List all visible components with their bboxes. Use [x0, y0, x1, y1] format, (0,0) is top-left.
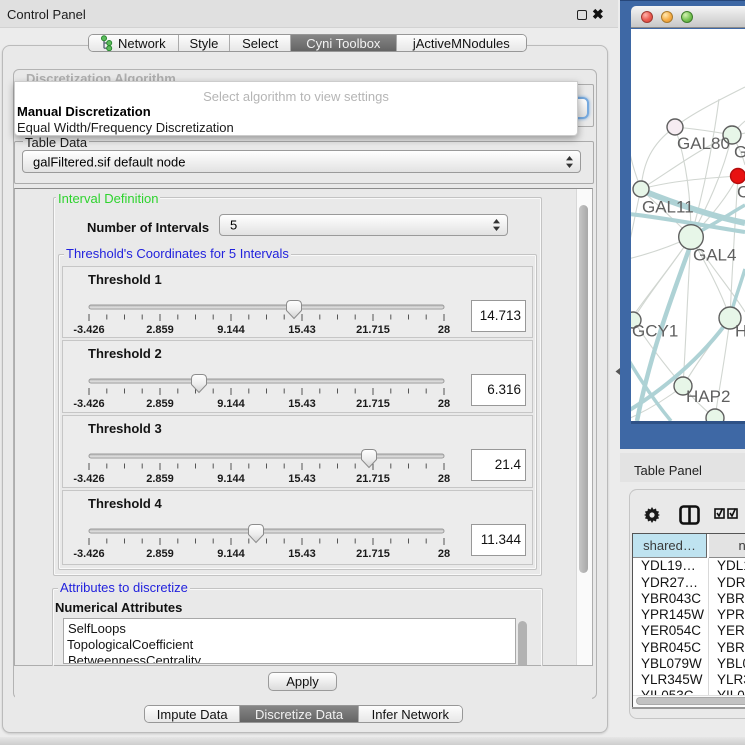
- svg-text:9.144: 9.144: [217, 548, 245, 560]
- svg-text:28: 28: [438, 324, 450, 336]
- svg-text:GAL11: GAL11: [642, 198, 694, 217]
- svg-text:C: C: [737, 183, 745, 202]
- svg-text:GA: GA: [734, 143, 745, 162]
- svg-text:15.43: 15.43: [288, 548, 316, 560]
- svg-text:9.144: 9.144: [217, 473, 245, 485]
- svg-text:HAP2: HAP2: [686, 387, 730, 406]
- svg-text:9.144: 9.144: [217, 398, 245, 410]
- svg-text:21.715: 21.715: [356, 398, 390, 410]
- svg-text:15.43: 15.43: [288, 324, 316, 336]
- svg-text:2.859: 2.859: [146, 324, 174, 336]
- svg-text:15.43: 15.43: [288, 398, 316, 410]
- svg-text:H: H: [735, 322, 745, 341]
- svg-text:2.859: 2.859: [146, 398, 174, 410]
- svg-text:GCY1: GCY1: [632, 322, 678, 341]
- svg-text:-3.426: -3.426: [73, 324, 104, 336]
- svg-text:2.859: 2.859: [146, 548, 174, 560]
- svg-text:28: 28: [438, 398, 450, 410]
- svg-text:2.859: 2.859: [146, 473, 174, 485]
- svg-text:15.43: 15.43: [288, 473, 316, 485]
- svg-text:21.715: 21.715: [356, 548, 390, 560]
- svg-text:28: 28: [438, 548, 450, 560]
- svg-text:-3.426: -3.426: [73, 398, 104, 410]
- svg-text:GAL80: GAL80: [677, 134, 730, 153]
- svg-text:-3.426: -3.426: [73, 473, 104, 485]
- svg-text:21.715: 21.715: [356, 473, 390, 485]
- svg-text:GAL4: GAL4: [693, 246, 736, 265]
- svg-text:21.715: 21.715: [356, 324, 390, 336]
- svg-text:9.144: 9.144: [217, 324, 245, 336]
- svg-text:28: 28: [438, 473, 450, 485]
- svg-text:-3.426: -3.426: [73, 548, 104, 560]
